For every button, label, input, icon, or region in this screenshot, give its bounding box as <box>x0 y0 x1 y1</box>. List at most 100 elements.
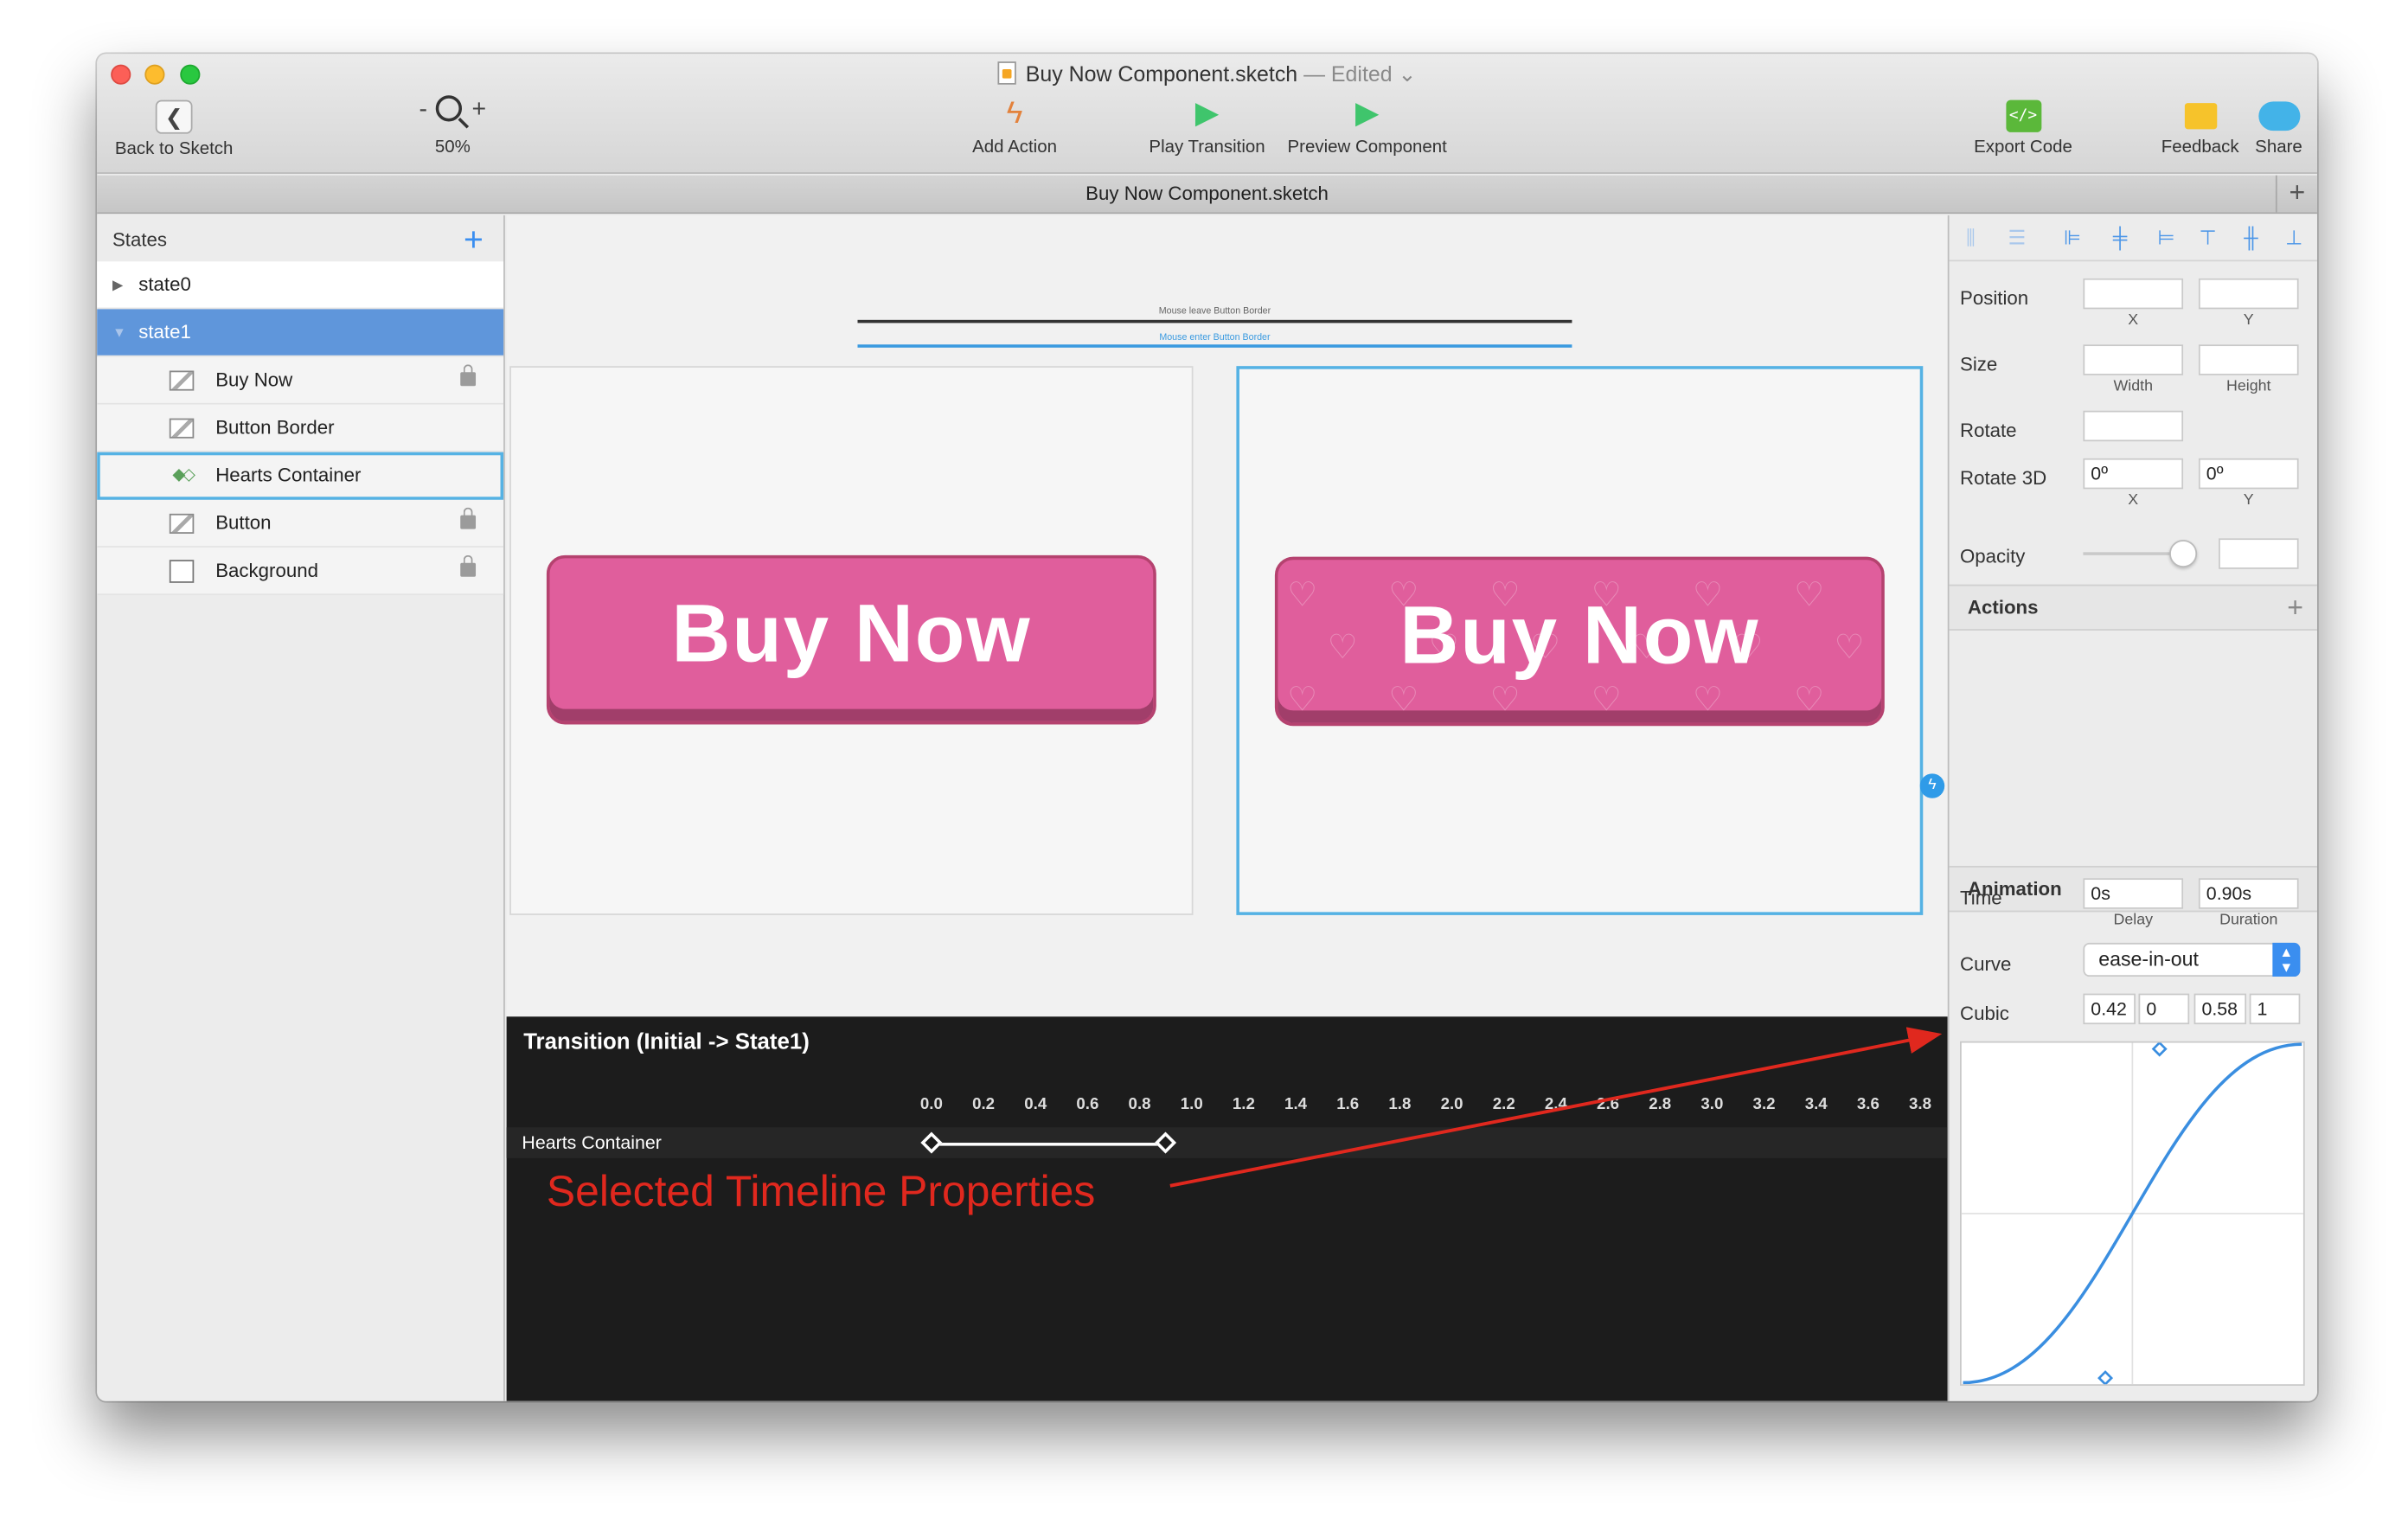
share-button[interactable]: Share <box>2250 95 2309 157</box>
rotate-3d-y-field[interactable]: 0º <box>2198 458 2299 490</box>
disclosure-triangle-icon[interactable]: ▼ <box>112 309 126 356</box>
states-sidebar: States + ▶ state0 ▼ state1 Buy Now Butto… <box>97 215 505 1401</box>
magnifier-icon[interactable] <box>436 95 463 122</box>
align-right-icon[interactable]: ⊨ <box>2154 226 2178 250</box>
preview-component-button[interactable]: ▶ Preview Component <box>1279 95 1455 157</box>
align-top-icon[interactable]: ⊤ <box>2195 226 2219 250</box>
timeline-row-hearts-container[interactable]: Hearts Container <box>506 1127 1948 1158</box>
layer-row-hearts-container[interactable]: ◆◇ Hearts Container <box>97 452 504 500</box>
lock-icon[interactable] <box>460 364 477 387</box>
back-to-sketch-button[interactable]: ❮ Back to Sketch <box>109 95 239 158</box>
actions-section-header: Actions + <box>1949 584 2317 631</box>
export-code-button[interactable]: </> Export Code <box>1966 95 2080 157</box>
add-state-button[interactable]: + <box>464 220 484 260</box>
layer-row-button[interactable]: Button <box>97 499 504 548</box>
bezier-handle-1[interactable] <box>2097 1370 2114 1387</box>
cubic-x1-field[interactable]: 0.42 <box>2083 993 2136 1025</box>
duration-field[interactable]: 0.90s <box>2198 878 2299 909</box>
edited-indicator[interactable]: — Edited ⌄ <box>1303 61 1416 86</box>
height-field[interactable] <box>2198 344 2299 375</box>
position-y-field[interactable] <box>2198 278 2299 310</box>
bezier-handle-2[interactable] <box>2151 1041 2168 1057</box>
timeline-tick: 1.4 <box>1284 1094 1308 1114</box>
export-code-label: Export Code <box>1974 138 2072 157</box>
width-field[interactable] <box>2083 344 2184 375</box>
add-action-plus-button[interactable]: + <box>2287 586 2303 629</box>
edited-text: — Edited <box>1303 61 1393 87</box>
zoom-control: - + 50% <box>405 95 500 157</box>
cloud-upload-icon <box>2258 101 2300 131</box>
position-x-caption: X <box>2128 311 2139 330</box>
align-center-icon[interactable]: ╪ <box>2108 226 2132 250</box>
opacity-field[interactable] <box>2219 538 2299 569</box>
feedback-label: Feedback <box>2161 138 2239 157</box>
distribute-vertical-icon[interactable]: ☰ <box>2005 226 2029 250</box>
feedback-button[interactable]: Feedback <box>2154 95 2246 157</box>
timeline-tick: 2.8 <box>1649 1094 1672 1114</box>
cubic-x2-field[interactable]: 0.58 <box>2193 993 2247 1025</box>
buy-now-button-preview[interactable]: Buy Now <box>546 554 1156 725</box>
lock-icon[interactable] <box>460 554 477 577</box>
image-layer-icon <box>169 513 195 534</box>
add-interaction-handle[interactable]: ϟ <box>1919 773 1945 798</box>
state-label: state1 <box>138 321 191 343</box>
timeline-tick: 3.0 <box>1700 1094 1724 1114</box>
layer-label: Buy Now <box>215 368 293 391</box>
zoom-out-button[interactable]: - <box>419 97 426 123</box>
state-row-state1[interactable]: ▼ state1 <box>97 309 504 357</box>
rotate-3d-label: Rotate 3D <box>1960 467 2047 490</box>
zoom-level: 50% <box>434 138 471 157</box>
rotate-3d-x-field[interactable]: 0º <box>2083 458 2184 490</box>
rotate-field[interactable] <box>2083 410 2184 442</box>
timeline-tick: 2.4 <box>1544 1094 1567 1114</box>
mouse-leave-transition-line[interactable] <box>857 319 1572 324</box>
design-canvas[interactable]: Mouse leave Button Border Mouse enter Bu… <box>506 215 1948 1017</box>
new-tab-button[interactable]: + <box>2275 175 2317 213</box>
timeline-panel: Transition (Initial -> State1) 0.0 0.2 0.4… <box>506 1016 1948 1401</box>
distribute-horizontal-icon[interactable]: ⫼ <box>1958 226 1982 250</box>
zoom-row: - + <box>405 95 500 132</box>
image-layer-icon <box>169 418 195 439</box>
mouse-enter-transition-line[interactable] <box>857 344 1572 348</box>
cubic-y2-field[interactable]: 1 <box>2249 993 2301 1025</box>
keyframe-span[interactable] <box>931 1143 1166 1146</box>
delay-caption: Delay <box>2113 912 2154 929</box>
opacity-slider-knob[interactable] <box>2168 540 2197 568</box>
timeline-tick: 2.0 <box>1440 1094 1463 1114</box>
align-bottom-icon[interactable]: ⊥ <box>2282 226 2306 250</box>
align-left-icon[interactable]: ⊫ <box>2060 226 2085 250</box>
curve-value: ease-in-out <box>2098 947 2199 971</box>
layer-row-buy-now[interactable]: Buy Now <box>97 356 504 405</box>
bezier-curve-graph <box>1961 1041 2303 1387</box>
add-action-button[interactable]: ϟ Add Action <box>964 95 1065 157</box>
height-caption: Height <box>2226 378 2271 395</box>
disclosure-triangle-icon[interactable]: ▶ <box>112 261 123 309</box>
position-x-field[interactable] <box>2083 278 2184 310</box>
buy-now-button-hearts-preview[interactable]: ♡ ♡ ♡ ♡ ♡ ♡ ♡ ♡ ♡ ♡ ♡ ♡ ♡ ♡ ♡ ♡ ♡ ♡ ♡ ♡ … <box>1274 556 1885 727</box>
layer-label: Hearts Container <box>215 464 362 486</box>
layer-row-background[interactable]: Background <box>97 547 504 596</box>
zoom-in-button[interactable]: + <box>472 97 487 123</box>
layer-row-button-border[interactable]: Button Border <box>97 404 504 452</box>
keyframe-diamond-icon: ◆◇ <box>172 465 195 485</box>
position-y-caption: Y <box>2243 311 2254 330</box>
code-icon: </> <box>2005 99 2041 132</box>
lock-icon[interactable] <box>460 507 477 529</box>
delay-field[interactable]: 0s <box>2083 878 2184 909</box>
document-tab[interactable]: Buy Now Component.sketch <box>1086 183 1329 205</box>
artboard-state1[interactable]: ♡ ♡ ♡ ♡ ♡ ♡ ♡ ♡ ♡ ♡ ♡ ♡ ♡ ♡ ♡ ♡ ♡ ♡ ♡ ♡ … <box>1236 366 1924 915</box>
cubic-y1-field[interactable]: 0 <box>2138 993 2190 1025</box>
play-transition-button[interactable]: ▶ Play Transition <box>1143 95 1272 157</box>
title-bar: Buy Now Component.sketch — Edited ⌄ ❮ Ba… <box>97 54 2317 174</box>
rotate-label: Rotate <box>1960 420 2017 442</box>
state-row-state0[interactable]: ▶ state0 <box>97 261 504 310</box>
buy-now-text: Buy Now <box>671 588 1032 680</box>
rotate-3d-x-caption: X <box>2128 491 2139 509</box>
artboard-state0[interactable]: Buy Now <box>509 366 1194 915</box>
time-label: Time <box>1960 887 2002 909</box>
position-label: Position <box>1960 287 2029 310</box>
curve-select[interactable]: ease-in-out ▲ ▼ <box>2083 942 2301 977</box>
add-action-label: Add Action <box>972 138 1057 157</box>
bezier-curve-editor[interactable] <box>1960 1041 2305 1387</box>
align-middle-icon[interactable]: ╫ <box>2238 226 2263 250</box>
